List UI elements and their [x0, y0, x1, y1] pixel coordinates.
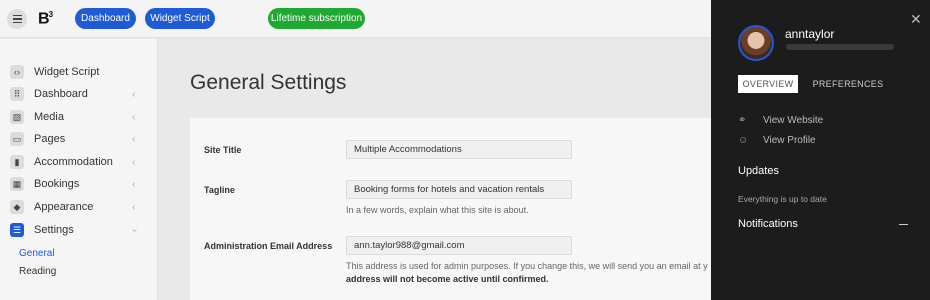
tagline-label: Tagline: [204, 185, 235, 195]
sidebar-item-label: Accommodation: [34, 156, 113, 168]
site-title-label: Site Title: [204, 145, 242, 155]
collapse-icon[interactable]: [899, 224, 908, 225]
view-profile-link[interactable]: ☺ View Profile: [738, 135, 858, 149]
app-logo[interactable]: B3: [38, 10, 53, 28]
sidebar-item-label: Dashboard: [34, 88, 88, 100]
paint-bucket-icon: ◆: [10, 200, 24, 214]
sidebar-subitem-general[interactable]: General: [19, 248, 55, 259]
building-icon: ▮: [10, 155, 24, 169]
chevron-left-icon: ‹: [132, 178, 136, 190]
updates-heading: Updates: [738, 165, 779, 177]
admin-email-label: Administration Email Address: [204, 241, 333, 251]
admin-email-hint-bold: address will not become active until con…: [346, 274, 549, 284]
updates-status: Everything is up to date: [738, 194, 827, 204]
link-icon: ⚭: [738, 115, 747, 126]
blurred-email: [786, 44, 894, 50]
notifications-heading[interactable]: Notifications: [738, 218, 798, 230]
sidebar-item-settings[interactable]: ☰ Settings ‹: [0, 220, 158, 240]
sidebar-item-label: Appearance: [34, 201, 94, 213]
admin-email-hint: This address is used for admin purposes.…: [346, 261, 708, 271]
sidebar-item-label: Settings: [34, 224, 74, 236]
tagline-input[interactable]: Booking forms for hotels and vacation re…: [346, 180, 572, 199]
chevron-left-icon: ‹: [132, 111, 136, 123]
sidebar-item-label: Bookings: [34, 178, 80, 190]
view-profile-label: View Profile: [763, 135, 816, 146]
widget-script-button[interactable]: Widget Script: [145, 8, 215, 29]
menu-icon[interactable]: [7, 9, 27, 29]
chevron-left-icon: ‹: [132, 201, 136, 213]
sidebar: ‹› Widget Script ⠿ Dashboard ‹ ▧ Media ‹…: [0, 39, 158, 300]
sidebar-item-dashboard[interactable]: ⠿ Dashboard ‹: [0, 84, 158, 104]
sidebar-item-bookings[interactable]: ▦ Bookings ‹: [0, 174, 158, 194]
sidebar-item-widget-script[interactable]: ‹› Widget Script: [0, 62, 158, 82]
tagline-hint: In a few words, explain what this site i…: [346, 205, 529, 215]
chevron-left-icon: ‹: [132, 133, 136, 145]
dashboard-button[interactable]: Dashboard: [75, 8, 136, 29]
avatar[interactable]: [738, 25, 774, 61]
grid-icon: ⠿: [10, 87, 24, 101]
sidebar-item-accommodation[interactable]: ▮ Accommodation ‹: [0, 152, 158, 172]
tab-overview[interactable]: OVERVIEW: [738, 75, 798, 93]
sidebar-item-label: Media: [34, 111, 64, 123]
tab-preferences[interactable]: PREFERENCES: [808, 75, 888, 93]
image-icon: ▧: [10, 110, 24, 124]
sidebar-item-label: Pages: [34, 133, 66, 145]
sidebar-item-pages[interactable]: ▭ Pages ‹: [0, 129, 158, 149]
calendar-icon: ▦: [10, 177, 24, 191]
subscription-badge[interactable]: Lifetime subscription: [268, 8, 365, 29]
sidebar-item-media[interactable]: ▧ Media ‹: [0, 107, 158, 127]
admin-email-input[interactable]: ann.taylor988@gmail.com: [346, 236, 572, 255]
pages-icon: ▭: [10, 132, 24, 146]
close-icon[interactable]: ✕: [910, 12, 922, 26]
user-icon: ☺: [738, 135, 749, 146]
chevron-left-icon: ‹: [132, 88, 136, 100]
view-website-label: View Website: [763, 115, 824, 126]
sliders-icon: ☰: [10, 223, 24, 237]
chevron-down-icon: ‹: [129, 228, 141, 232]
sidebar-item-appearance[interactable]: ◆ Appearance ‹: [0, 197, 158, 217]
username: anntaylor: [785, 27, 835, 41]
sidebar-subitem-reading[interactable]: Reading: [19, 266, 56, 277]
chevron-left-icon: ‹: [132, 156, 136, 168]
site-title-input[interactable]: Multiple Accommodations: [346, 140, 572, 159]
code-icon: ‹›: [10, 65, 24, 79]
page-title: General Settings: [190, 71, 347, 94]
sidebar-item-label: Widget Script: [34, 66, 100, 78]
view-website-link[interactable]: ⚭ View Website: [738, 115, 858, 129]
